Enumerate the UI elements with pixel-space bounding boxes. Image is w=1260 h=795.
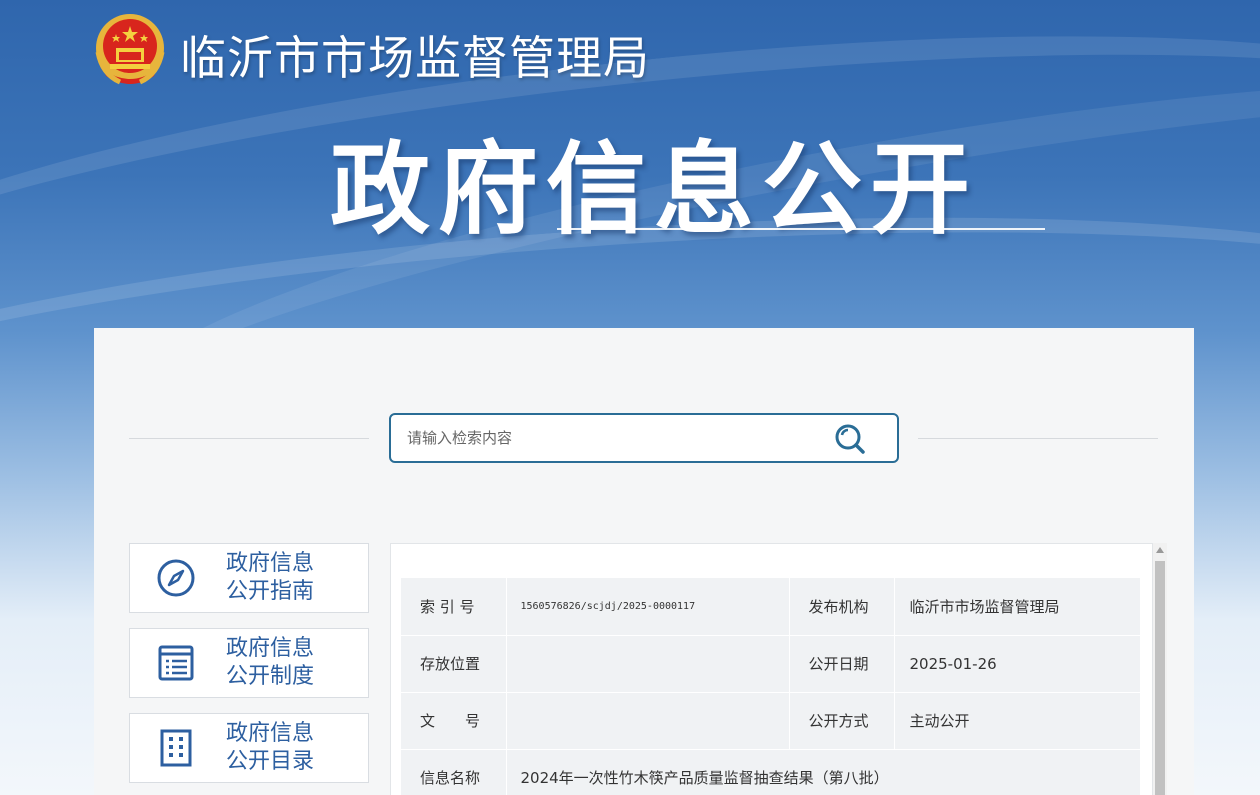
- field-label: 索 引 号: [401, 578, 507, 636]
- field-value: 主动公开: [894, 692, 1141, 750]
- sidebar-label-line: 政府信息: [226, 551, 315, 576]
- search-box: [389, 413, 899, 463]
- sidebar-item-catalog[interactable]: 政府信息 公开目录: [129, 713, 369, 783]
- sidebar-label-line: 公开指南: [226, 579, 315, 604]
- sidebar-label-line: 公开制度: [226, 664, 315, 689]
- table-row: 文 号 公开方式 主动公开: [401, 692, 1141, 750]
- building-grid-icon: [160, 729, 192, 767]
- search-divider-right: [918, 438, 1158, 439]
- sidebar-item-label: 政府信息 公开制度: [226, 635, 314, 691]
- scroll-up-arrow-icon[interactable]: [1156, 547, 1164, 553]
- field-label: 公开方式: [789, 692, 895, 750]
- field-label: 发布机构: [789, 578, 895, 636]
- field-label: 存放位置: [401, 635, 507, 693]
- compass-icon: [157, 559, 195, 597]
- site-title: 临沂市市场监督管理局: [180, 31, 650, 85]
- info-table: 索 引 号 1560576826/scjdj/2025-0000117 发布机构…: [401, 578, 1141, 795]
- scrollbar[interactable]: [1153, 543, 1167, 795]
- title-underline: [557, 228, 1045, 230]
- list-document-icon: [158, 645, 194, 681]
- field-value: 临沂市市场监督管理局: [894, 578, 1141, 636]
- field-value: [506, 692, 790, 750]
- field-value: 2025-01-26: [894, 635, 1141, 693]
- sidebar-label-line: 公开目录: [226, 749, 315, 774]
- sidebar-item-label: 政府信息 公开目录: [226, 720, 314, 776]
- field-value: 1560576826/scjdj/2025-0000117: [506, 578, 790, 636]
- national-emblem-icon: [95, 14, 165, 85]
- field-label: 公开日期: [789, 635, 895, 693]
- field-label: 文 号: [401, 692, 507, 750]
- sidebar-item-label: 政府信息 公开指南: [226, 550, 314, 606]
- table-row: 索 引 号 1560576826/scjdj/2025-0000117 发布机构…: [401, 578, 1141, 636]
- search-icon[interactable]: [833, 423, 867, 455]
- sidebar-item-system[interactable]: 政府信息 公开制度: [129, 628, 369, 698]
- sidebar-item-guide[interactable]: 政府信息 公开指南: [129, 543, 369, 613]
- field-value: [506, 635, 790, 693]
- search-divider-left: [129, 438, 369, 439]
- table-row: 存放位置 公开日期 2025-01-26: [401, 635, 1141, 693]
- field-value: 2024年一次性竹木筷产品质量监督抽查结果（第八批）: [506, 749, 1141, 795]
- info-content: 索 引 号 1560576826/scjdj/2025-0000117 发布机构…: [390, 543, 1153, 795]
- sidebar-label-line: 政府信息: [226, 721, 315, 746]
- scrollbar-thumb[interactable]: [1155, 561, 1165, 795]
- table-row: 信息名称 2024年一次性竹木筷产品质量监督抽查结果（第八批）: [401, 749, 1141, 795]
- page-title: 政府信息公开: [330, 131, 978, 248]
- search-input[interactable]: [407, 425, 827, 451]
- sidebar-label-line: 政府信息: [226, 636, 315, 661]
- field-label: 信息名称: [401, 749, 507, 795]
